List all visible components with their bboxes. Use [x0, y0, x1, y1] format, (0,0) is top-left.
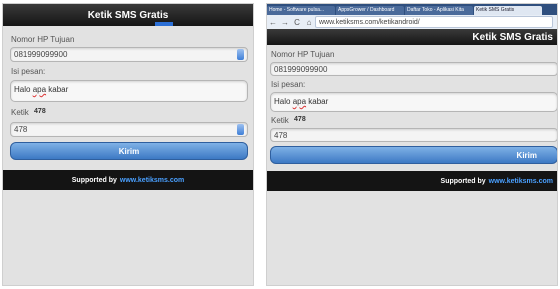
message-label: Isi pesan:: [271, 80, 306, 89]
footer-text: Supported by: [71, 176, 117, 184]
forward-icon[interactable]: →: [279, 18, 291, 27]
captcha-value: 478: [14, 125, 28, 134]
app-title: Ketik SMS Gratis: [87, 9, 169, 21]
address-bar[interactable]: www.ketiksms.com/ketikandroid/: [315, 16, 553, 28]
browser-screenshot: Home - Software pulsa... AppsGrower / Da…: [266, 3, 558, 286]
app-header: Ketik SMS Gratis: [3, 4, 253, 26]
captcha-input[interactable]: 478: [270, 128, 557, 142]
spinner-icon[interactable]: [237, 124, 244, 135]
message-text-misspelled: apa: [32, 85, 47, 94]
captcha-label: Ketik: [11, 108, 29, 117]
phone-input[interactable]: 081999099900: [270, 62, 557, 76]
footer: Supported by www.ketiksms.com: [3, 170, 253, 190]
reload-icon[interactable]: C: [291, 18, 303, 27]
message-text-misspelled: apa: [292, 97, 307, 106]
submit-button[interactable]: Kirim: [10, 142, 248, 160]
message-label: Isi pesan:: [11, 67, 46, 76]
captcha-code: 478: [34, 108, 46, 115]
browser-tab-strip: Home - Software pulsa... AppsGrower / Da…: [267, 4, 557, 15]
message-textarea[interactable]: Halo apa kabar: [270, 92, 557, 112]
message-textarea[interactable]: Halo apa kabar: [10, 80, 248, 102]
captcha-label-row: Ketik 478: [11, 108, 46, 117]
browser-tab[interactable]: Home - Software pulsa...: [267, 6, 335, 15]
captcha-label-row: Ketik 478: [271, 116, 306, 125]
phone-label: Nomor HP Tujuan: [11, 35, 75, 44]
browser-tab[interactable]: AppsGrower / Dashboard: [336, 6, 404, 15]
message-text-prefix: Halo: [274, 97, 293, 106]
message-text-prefix: Halo: [14, 85, 33, 94]
captcha-input[interactable]: 478: [10, 122, 248, 137]
page-header: Ketik SMS Gratis: [267, 29, 557, 45]
footer-link[interactable]: www.ketiksms.com: [120, 177, 184, 184]
phone-value: 081999099900: [274, 64, 328, 74]
android-app-screenshot: Ketik SMS Gratis Nomor HP Tujuan 0819990…: [2, 3, 254, 286]
submit-button[interactable]: Kirim: [270, 146, 557, 164]
browser-tab-active[interactable]: Ketik SMS Gratis: [474, 6, 542, 15]
header-accent-bar: [155, 22, 173, 26]
browser-toolbar: ← → C ⌂ www.ketiksms.com/ketikandroid/: [267, 15, 557, 30]
message-text-suffix: kabar: [46, 85, 69, 94]
page-title: Ketik SMS Gratis: [472, 31, 553, 43]
phone-value: 081999099900: [14, 50, 68, 59]
browser-tab[interactable]: Daftar Toko - Aplikasi Kita: [405, 6, 473, 15]
captcha-code: 478: [294, 116, 306, 123]
phone-label: Nomor HP Tujuan: [271, 50, 335, 59]
captcha-label: Ketik: [271, 116, 289, 125]
footer-text: Supported by: [440, 177, 486, 185]
message-text-suffix: kabar: [306, 97, 329, 106]
home-icon[interactable]: ⌂: [303, 18, 315, 27]
footer-link[interactable]: www.ketiksms.com: [489, 178, 553, 185]
captcha-value: 478: [274, 130, 288, 140]
back-icon[interactable]: ←: [267, 18, 279, 27]
phone-input[interactable]: 081999099900: [10, 47, 248, 62]
footer: Supported by www.ketiksms.com: [267, 171, 557, 191]
spinner-icon[interactable]: [237, 49, 244, 60]
